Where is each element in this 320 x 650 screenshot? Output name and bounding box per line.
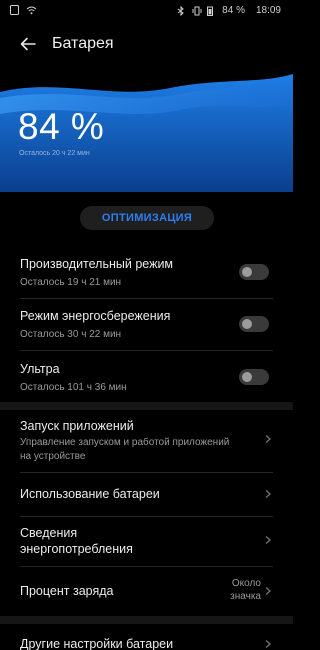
performance-mode-subtitle: Осталось 19 ч 21 мин [20, 277, 122, 288]
divider [20, 298, 273, 299]
battery-usage-title: Использование батареи [20, 487, 160, 501]
back-arrow-icon [20, 37, 36, 51]
toggle-knob [242, 319, 252, 329]
charge-percent-row[interactable]: Процент заряда Около значка [0, 568, 293, 614]
chevron-right-icon [265, 535, 272, 545]
other-battery-settings-title: Другие настройки батареи [20, 637, 174, 650]
charge-percent-value: Около значка [230, 578, 261, 602]
chevron-right-icon [265, 434, 272, 444]
chevron-right-icon [265, 639, 272, 649]
divider [20, 472, 273, 473]
app-launch-row[interactable]: Запуск приложений Управление запуском и … [0, 412, 293, 470]
divider [20, 516, 273, 517]
performance-mode-row[interactable]: Производительный режим Осталось 19 ч 21 … [0, 250, 293, 296]
divider [20, 350, 273, 351]
ultra-mode-title: Ультра [20, 362, 60, 376]
ultra-mode-subtitle: Осталось 101 ч 36 мин [20, 382, 127, 393]
toggle-knob [242, 267, 252, 277]
performance-mode-title: Производительный режим [20, 257, 174, 271]
power-saving-mode-row[interactable]: Режим энергосбережения Осталось 30 ч 22 … [0, 302, 293, 348]
power-saving-mode-subtitle: Осталось 30 ч 22 мин [20, 329, 122, 340]
wifi-icon [26, 5, 37, 15]
other-battery-settings-row[interactable]: Другие настройки батареи [0, 626, 293, 650]
section-separator [0, 616, 293, 624]
app-bar: Батарея [0, 26, 293, 62]
power-saving-mode-toggle[interactable] [239, 316, 269, 332]
battery-remaining-time: Осталось 20 ч 22 мин [19, 150, 90, 157]
power-consumption-row[interactable]: Сведения энергопотребления [0, 518, 293, 564]
notification-icon [10, 5, 20, 15]
section-separator [0, 402, 293, 410]
status-bar: 84 % 18:09 [0, 0, 293, 22]
bluetooth-icon [177, 5, 187, 16]
app-launch-subtitle: Управление запуском и работой приложений… [20, 437, 230, 462]
app-launch-title: Запуск приложений [20, 419, 134, 433]
ultra-mode-row[interactable]: Ультра Осталось 101 ч 36 мин [0, 355, 293, 401]
battery-usage-row[interactable]: Использование батареи [0, 474, 293, 514]
performance-mode-toggle[interactable] [239, 264, 269, 280]
charge-percent-title: Процент заряда [20, 584, 114, 598]
battery-icon [207, 6, 217, 16]
battery-percent: 84 % [222, 5, 245, 16]
battery-level-panel: 84 % Осталось 20 ч 22 мин [0, 70, 293, 192]
back-button[interactable] [14, 30, 42, 58]
vibrate-icon [192, 6, 202, 16]
optimize-button[interactable]: ОПТИМИЗАЦИЯ [80, 206, 214, 230]
ultra-mode-toggle[interactable] [239, 369, 269, 385]
chevron-right-icon [265, 586, 272, 596]
battery-percent-large: 84 % [18, 106, 105, 147]
clock: 18:09 [255, 5, 281, 16]
chevron-right-icon [265, 489, 272, 499]
divider [20, 566, 273, 567]
power-saving-mode-title: Режим энергосбережения [20, 309, 171, 323]
page-title: Батарея [52, 35, 114, 52]
toggle-knob [242, 372, 252, 382]
power-consumption-title: Сведения энергопотребления [20, 526, 133, 556]
